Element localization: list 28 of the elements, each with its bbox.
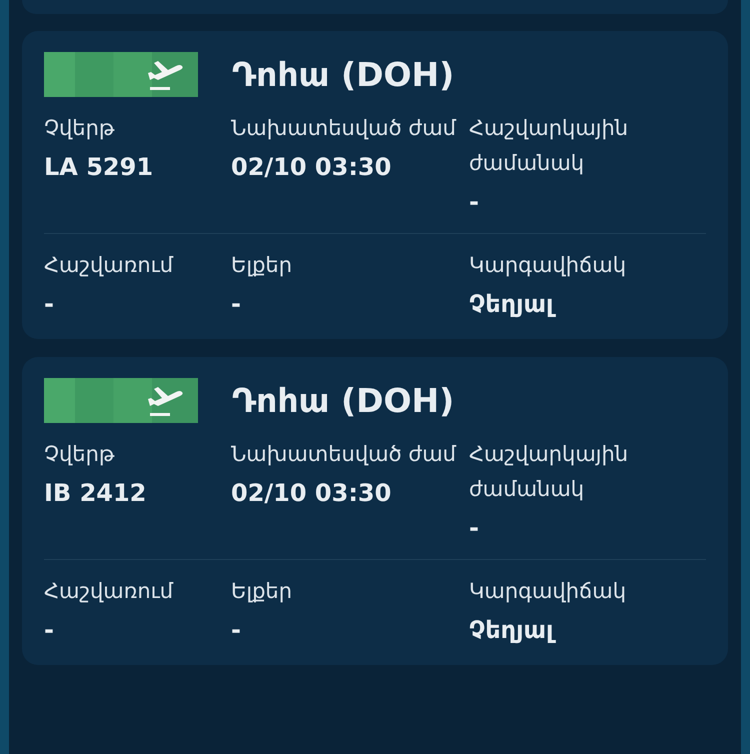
field-value: Չեղյալ <box>469 287 554 321</box>
field-value: - <box>469 187 479 218</box>
field-value: LA 5291 <box>44 152 154 183</box>
field-label: Կարգավիճակ <box>469 578 626 605</box>
field-value: Չեղյալ <box>469 613 554 647</box>
flight-card[interactable]: Դոհա (DOH) Չվերթ LA 5291 Նախատեսված ժամ 02/10 03:30 Հաշվարկային ժամանակ - Հաշվառում - Ելքեր - Կարգավիճակ Չեղյալ <box>22 31 728 339</box>
field-label: Հաշվառում <box>44 252 174 279</box>
field-label: Հաշվառում <box>44 578 174 605</box>
field-label: Ելքեր <box>231 578 292 605</box>
field-value: 02/10 03:30 <box>231 152 392 183</box>
field-value: 02/10 03:30 <box>231 478 392 509</box>
field-label: Կարգավիճակ <box>469 252 626 279</box>
field-label: Ելքեր <box>231 252 292 279</box>
field-label: Նախատեսված ժամ <box>231 115 456 142</box>
field-value: - <box>44 289 54 320</box>
field-value: - <box>44 615 54 646</box>
field-label: Հաշվարկային ժամանակ <box>469 115 630 177</box>
field-label: Նախատեսված ժամ <box>231 441 456 468</box>
field-value: IB 2412 <box>44 478 146 509</box>
field-label: Հաշվարկային ժամանակ <box>469 441 630 503</box>
destination-title: Դոհա (DOH) <box>232 55 454 94</box>
field-value: - <box>231 289 241 320</box>
flight-card[interactable]: Դոհա (DOH) Չվերթ IB 2412 Նախատեսված ժամ 02/10 03:30 Հաշվարկային ժամանակ - Հաշվառում - Ելքեր - Կարգավիճակ Չեղյալ <box>22 357 728 665</box>
destination-title: Դոհա (DOH) <box>232 381 454 420</box>
field-value: - <box>469 513 479 544</box>
field-label: Չվերթ <box>44 441 114 468</box>
field-value: - <box>231 615 241 646</box>
field-label: Չվերթ <box>44 115 114 142</box>
